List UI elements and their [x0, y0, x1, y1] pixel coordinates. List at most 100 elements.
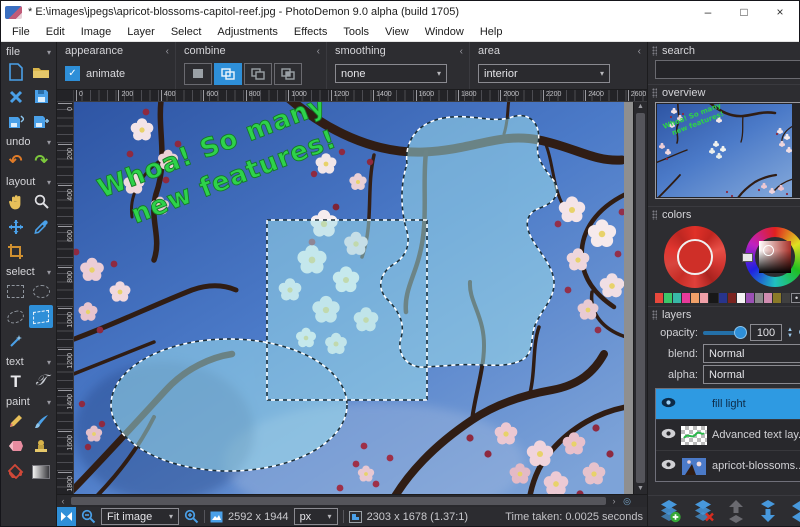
- colors-section-header[interactable]: colors ▾: [648, 206, 800, 222]
- fill-tool-button[interactable]: [4, 460, 28, 483]
- text-tool-button[interactable]: T: [4, 370, 28, 393]
- menu-help[interactable]: Help: [472, 23, 511, 41]
- save-copy-button[interactable]: [4, 110, 28, 133]
- open-image-button[interactable]: [29, 60, 53, 83]
- canvas-image[interactable]: Whoa! So many new features!: [74, 102, 624, 494]
- color-swatch[interactable]: [691, 293, 699, 303]
- menu-effects[interactable]: Effects: [286, 23, 335, 41]
- hand-tool-button[interactable]: [4, 190, 28, 213]
- drag-grip-icon[interactable]: [652, 88, 657, 98]
- color-picker-button[interactable]: [29, 215, 53, 238]
- drag-grip-icon[interactable]: [652, 46, 657, 56]
- layout-group-header[interactable]: layout▾: [1, 175, 56, 189]
- advanced-text-tool-button[interactable]: 𝒯: [29, 370, 53, 393]
- color-swatch[interactable]: [664, 293, 672, 303]
- move-tool-button[interactable]: [4, 215, 28, 238]
- color-swatch[interactable]: [764, 293, 772, 303]
- v-scroll-thumb[interactable]: [636, 113, 645, 483]
- zoom-in-icon[interactable]: [184, 509, 199, 524]
- scroll-left-icon[interactable]: ‹: [57, 496, 69, 506]
- combine-add-button[interactable]: [214, 63, 242, 85]
- delete-layer-button[interactable]: [690, 498, 716, 524]
- layers-section-header[interactable]: layers ▾: [648, 306, 800, 322]
- fit-canvas-button[interactable]: [57, 507, 76, 526]
- smoothing-dropdown[interactable]: none▾: [335, 64, 447, 83]
- menu-window[interactable]: Window: [417, 23, 472, 41]
- lasso-select-button[interactable]: [4, 305, 28, 328]
- overview-thumbnail[interactable]: Whoa! So many new features!: [655, 102, 800, 199]
- new-image-button[interactable]: [4, 60, 28, 83]
- color-swatch[interactable]: [755, 293, 763, 303]
- blend-mode-dropdown[interactable]: Normal▾: [703, 344, 800, 363]
- units-dropdown[interactable]: px▾: [294, 508, 338, 525]
- zoom-preset-dropdown[interactable]: Fit image▾: [101, 508, 179, 525]
- menu-file[interactable]: File: [4, 23, 38, 41]
- select-group-header[interactable]: select▾: [1, 265, 56, 279]
- add-layer-button[interactable]: [656, 498, 682, 524]
- layer-visibility-icon[interactable]: [661, 395, 676, 413]
- layer-visibility-icon[interactable]: [661, 426, 676, 444]
- search-input[interactable]: [655, 60, 800, 79]
- menu-image[interactable]: Image: [73, 23, 120, 41]
- layer-row[interactable]: apricot-blossoms...: [656, 451, 800, 481]
- area-dropdown[interactable]: interior▾: [478, 64, 610, 83]
- search-section-header[interactable]: search ▾: [648, 43, 800, 58]
- zoom-tool-button[interactable]: [29, 190, 53, 213]
- file-group-header[interactable]: file▾: [1, 45, 56, 59]
- clone-stamp-button[interactable]: [29, 435, 53, 458]
- color-swatch[interactable]: [737, 293, 745, 303]
- redo-button[interactable]: ↷: [29, 150, 53, 173]
- eraser-tool-button[interactable]: [4, 435, 28, 458]
- color-harmony-wheel[interactable]: [664, 226, 726, 288]
- menu-layer[interactable]: Layer: [119, 23, 163, 41]
- color-swatch[interactable]: [700, 293, 708, 303]
- chevron-left-icon[interactable]: ‹: [166, 46, 169, 57]
- chevron-left-icon[interactable]: ‹: [460, 46, 463, 57]
- combine-intersect-button[interactable]: [274, 63, 302, 85]
- drag-grip-icon[interactable]: [652, 310, 657, 320]
- menu-view[interactable]: View: [377, 23, 417, 41]
- overview-section-header[interactable]: overview ▾: [648, 84, 800, 100]
- menu-edit[interactable]: Edit: [38, 23, 73, 41]
- save-button[interactable]: [29, 85, 53, 108]
- rect-select-button[interactable]: [4, 280, 28, 303]
- combine-replace-button[interactable]: [184, 63, 212, 85]
- menu-tools[interactable]: Tools: [335, 23, 377, 41]
- more-swatches-button[interactable]: • • •: [791, 293, 800, 303]
- recenter-icon[interactable]: ◎: [620, 496, 634, 507]
- save-as-button[interactable]: [29, 110, 53, 133]
- opacity-slider-knob[interactable]: [734, 326, 747, 339]
- combine-subtract-button[interactable]: [244, 63, 272, 85]
- undo-button[interactable]: ↶: [4, 150, 28, 173]
- h-scroll-thumb[interactable]: [71, 497, 606, 505]
- drag-grip-icon[interactable]: [652, 210, 657, 220]
- opacity-spinner[interactable]: ▲▼: [787, 327, 793, 339]
- polygon-select-button[interactable]: [29, 305, 53, 328]
- magic-wand-button[interactable]: [4, 330, 28, 353]
- merge-layers-button[interactable]: [788, 498, 800, 524]
- paint-group-header[interactable]: paint▾: [1, 395, 56, 409]
- close-image-button[interactable]: [4, 85, 28, 108]
- opacity-slider[interactable]: [703, 331, 745, 335]
- animate-checkbox[interactable]: ✓: [65, 66, 80, 81]
- scroll-right-icon[interactable]: ›: [608, 496, 620, 506]
- canvas-viewport[interactable]: Whoa! So many new features!: [74, 102, 633, 494]
- layer-row[interactable]: fill light: [656, 389, 800, 420]
- color-swatch[interactable]: [709, 293, 717, 303]
- chevron-left-icon[interactable]: ‹: [638, 46, 641, 57]
- minimize-button[interactable]: –: [693, 1, 723, 23]
- undo-group-header[interactable]: undo▾: [1, 135, 56, 149]
- v-scrollbar[interactable]: ▲ ▼: [633, 102, 647, 494]
- opacity-value[interactable]: 100: [750, 324, 782, 341]
- menu-select[interactable]: Select: [163, 23, 210, 41]
- color-swatch[interactable]: [728, 293, 736, 303]
- brush-tool-button[interactable]: [29, 410, 53, 433]
- menu-adjustments[interactable]: Adjustments: [209, 23, 286, 41]
- text-group-header[interactable]: text▾: [1, 355, 56, 369]
- h-scrollbar[interactable]: ‹ › ◎: [57, 494, 647, 507]
- move-layer-down-button[interactable]: [756, 498, 780, 524]
- color-swatch[interactable]: [682, 293, 690, 303]
- color-swatch[interactable]: [673, 293, 681, 303]
- scroll-up-icon[interactable]: ▲: [637, 102, 644, 112]
- chevron-left-icon[interactable]: ‹: [317, 46, 320, 57]
